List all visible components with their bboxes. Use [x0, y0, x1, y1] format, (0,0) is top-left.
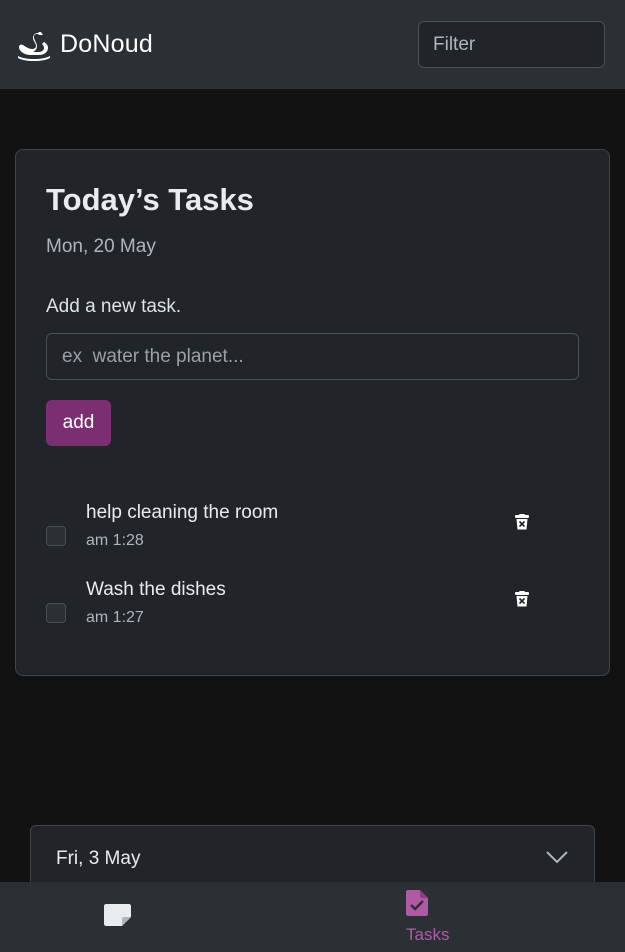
today-tasks-card: Today’s Tasks Mon, 20 May Add a new task…: [15, 149, 610, 676]
nav-tasks[interactable]: Tasks: [323, 882, 625, 952]
chevron-down-icon[interactable]: [546, 850, 568, 869]
today-date: Mon, 20 May: [46, 236, 156, 257]
app-name: DoNoud: [60, 30, 153, 58]
card-title: Today’s Tasks: [46, 182, 254, 217]
delete-task-icon[interactable]: [515, 591, 529, 612]
delete-task-icon[interactable]: [515, 514, 529, 535]
brand[interactable]: DoNoud: [16, 29, 153, 61]
task-checkbox[interactable]: [46, 526, 66, 546]
filter-input[interactable]: [418, 21, 605, 68]
task-time: am 1:27: [86, 609, 144, 626]
nav-tasks-label: Tasks: [406, 924, 450, 944]
task-item: help cleaning the room am 1:28: [46, 502, 579, 579]
nav-notes[interactable]: [0, 882, 323, 952]
bottom-navigation: Tasks: [0, 882, 625, 952]
task-checkbox[interactable]: [46, 603, 66, 623]
add-button[interactable]: add: [46, 400, 111, 446]
task-title: help cleaning the room: [86, 502, 279, 523]
task-time: am 1:28: [86, 532, 144, 549]
top-navbar: DoNoud: [0, 0, 625, 89]
task-title: Wash the dishes: [86, 579, 226, 600]
add-task-label: Add a new task.: [46, 296, 182, 317]
past-day-label: Fri, 3 May: [56, 848, 141, 869]
swan-logo-icon: [16, 29, 52, 61]
task-list: help cleaning the room am 1:28 Wash the …: [46, 502, 579, 656]
task-text: Wash the dishes am 1:27: [86, 579, 226, 627]
task-text: help cleaning the room am 1:28: [86, 502, 278, 550]
new-task-input[interactable]: [46, 333, 579, 380]
task-file-icon: [406, 889, 428, 921]
note-icon: [104, 903, 131, 931]
task-item: Wash the dishes am 1:27: [46, 579, 579, 656]
